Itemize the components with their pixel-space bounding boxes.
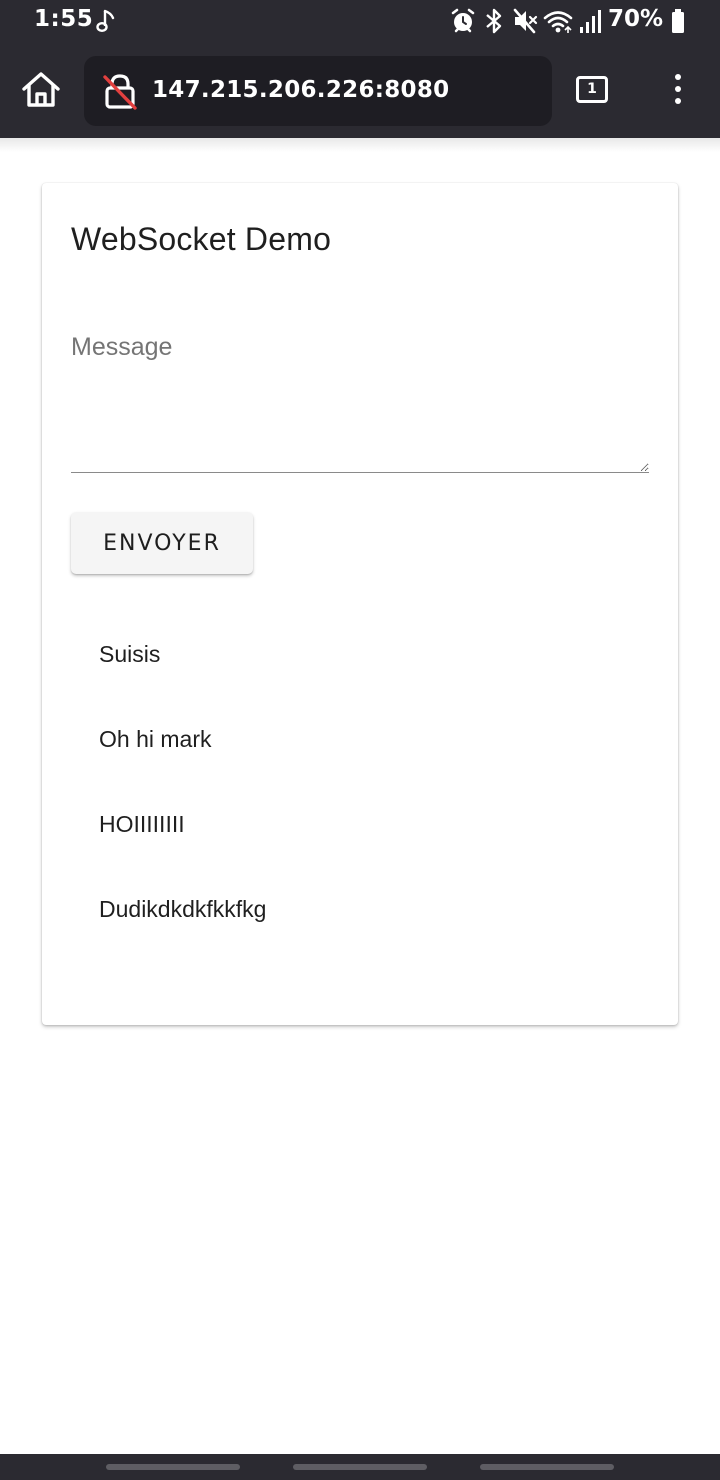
message-input[interactable] bbox=[71, 333, 649, 473]
message-item: Oh hi mark bbox=[99, 726, 212, 752]
message-item: Dudikdkdkfkkfkg bbox=[99, 896, 267, 922]
wifi-icon bbox=[543, 11, 573, 33]
page-title: WebSocket Demo bbox=[71, 221, 332, 257]
mute-icon bbox=[513, 8, 538, 34]
status-time: 1:55 bbox=[34, 6, 94, 32]
websocket-demo-card: WebSocket Demo ENVOYER Suisis Oh hi mark… bbox=[42, 183, 678, 1025]
toolbar-shadow bbox=[0, 138, 720, 152]
home-icon[interactable] bbox=[20, 70, 62, 110]
battery-icon bbox=[672, 9, 684, 33]
music-note-icon bbox=[96, 9, 115, 32]
address-bar[interactable]: 147.215.206.226:8080 bbox=[84, 56, 552, 126]
tabs-count-button[interactable]: 1 bbox=[576, 76, 608, 103]
browser-toolbar: 147.215.206.226:8080 1 bbox=[0, 42, 720, 138]
nav-hint-left[interactable] bbox=[106, 1464, 240, 1470]
not-secure-lock-icon[interactable] bbox=[102, 73, 138, 111]
message-item: HOIIIIIIII bbox=[99, 811, 185, 837]
send-button[interactable]: ENVOYER bbox=[71, 512, 253, 574]
gesture-navigation-bar bbox=[0, 1454, 720, 1480]
url-text[interactable]: 147.215.206.226:8080 bbox=[152, 77, 449, 103]
overflow-menu-icon[interactable] bbox=[666, 74, 690, 108]
nav-hint-right[interactable] bbox=[480, 1464, 614, 1470]
nav-hint-center[interactable] bbox=[293, 1464, 427, 1470]
status-bar: 1:55 70% bbox=[0, 0, 720, 42]
messages-list: Suisis Oh hi mark HOIIIIIIII Dudikdkdkfk… bbox=[42, 643, 678, 983]
bluetooth-icon bbox=[486, 8, 502, 34]
message-item: Suisis bbox=[99, 641, 161, 667]
battery-percent: 70% bbox=[608, 6, 664, 32]
alarm-icon bbox=[451, 8, 475, 33]
signal-icon bbox=[580, 10, 601, 33]
